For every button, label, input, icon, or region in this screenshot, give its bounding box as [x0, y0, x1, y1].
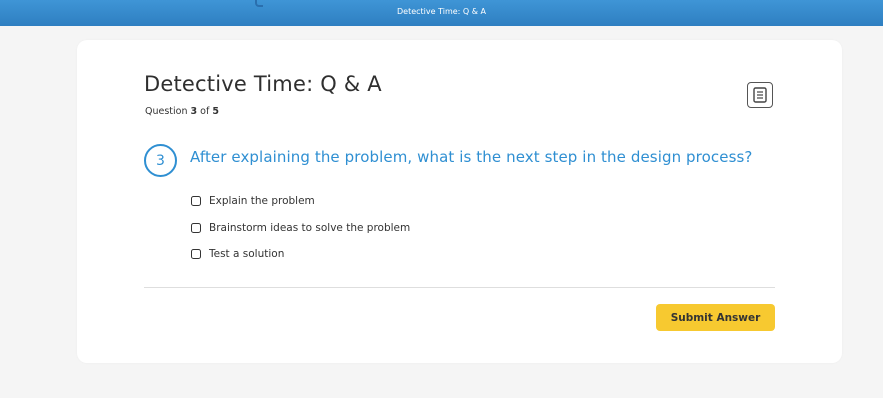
question-number-badge: 3 — [144, 144, 177, 177]
answer-option[interactable]: Test a solution — [191, 246, 410, 262]
answer-option[interactable]: Explain the problem — [191, 193, 410, 209]
top-bar: Detective Time: Q & A — [0, 0, 883, 26]
answer-checkbox[interactable] — [191, 249, 201, 259]
answer-checkbox[interactable] — [191, 196, 201, 206]
answer-label[interactable]: Test a solution — [209, 248, 284, 260]
answer-label[interactable]: Brainstorm ideas to solve the problem — [209, 222, 410, 234]
question-text: After explaining the problem, what is th… — [190, 148, 753, 166]
page-title: Detective Time: Q & A — [144, 72, 382, 96]
progress-total: 5 — [212, 106, 219, 117]
quiz-card: Detective Time: Q & A Question 3 of 5 3 … — [77, 40, 842, 363]
notes-button[interactable] — [747, 82, 773, 108]
progress-separator: of — [197, 106, 213, 117]
answer-label[interactable]: Explain the problem — [209, 195, 315, 207]
submit-answer-button[interactable]: Submit Answer — [656, 304, 775, 331]
top-bar-title: Detective Time: Q & A — [396, 7, 486, 16]
question-progress: Question 3 of 5 — [145, 106, 219, 117]
answer-checkbox[interactable] — [191, 222, 201, 233]
divider — [144, 287, 775, 288]
answer-option[interactable]: Brainstorm ideas to solve the problem — [191, 220, 410, 236]
header-decoration — [255, 0, 263, 7]
answer-options: Explain the problem Brainstorm ideas to … — [191, 193, 410, 273]
notes-icon — [753, 87, 767, 103]
progress-prefix: Question — [145, 106, 191, 117]
